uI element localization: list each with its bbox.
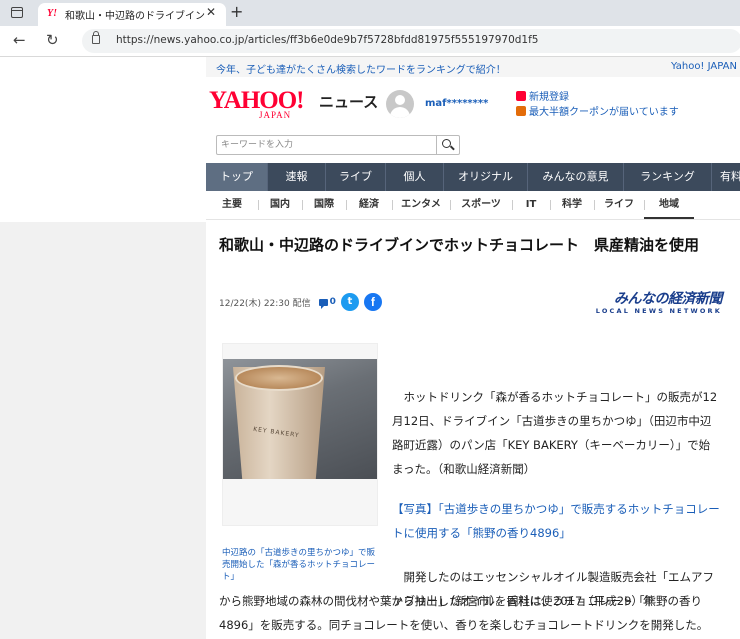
- left-margin: [0, 222, 206, 639]
- twitter-share-icon[interactable]: t: [340, 293, 359, 311]
- category-it[interactable]: IT: [512, 191, 550, 219]
- tab-close-icon[interactable]: ✕: [206, 5, 216, 19]
- source-tagline: LOCAL NEWS NETWORK: [595, 307, 722, 315]
- tab-top[interactable]: トップ: [206, 163, 268, 191]
- category-entertainment[interactable]: エンタメ: [392, 191, 450, 219]
- category-domestic[interactable]: 国内: [258, 191, 302, 219]
- register-icon: [516, 90, 526, 101]
- hot-chocolate-image[interactable]: KEY BAKERY: [223, 359, 377, 479]
- photo-caption[interactable]: 中辺路の「古道歩きの里ちかつゆ」で販売開始した「森が香るホットチョコレート」: [222, 547, 382, 583]
- register-label: 新規登録: [529, 92, 569, 103]
- header-links: 新規登録 最大半額クーポンが届いています: [516, 88, 679, 118]
- tab-live[interactable]: ライブ: [326, 163, 386, 191]
- article: 和歌山・中辺路のドライブインでホットチョコレート 県産精油を使用 12/22(木…: [206, 222, 734, 639]
- register-link[interactable]: 新規登録: [516, 88, 679, 103]
- logo-sub: JAPAN: [259, 110, 292, 120]
- yahoo-favicon-icon: Y!: [47, 8, 57, 19]
- cart-icon: [516, 105, 526, 116]
- category-local[interactable]: 地域: [644, 191, 694, 219]
- announcement-bar: 今年、子ども達がたくさん検索したワードをランキングで紹介！ Yahoo! JAP…: [206, 57, 740, 77]
- article-title: 和歌山・中辺路のドライブインでホットチョコレート 県産精油を使用: [219, 236, 700, 254]
- url-text[interactable]: https://news.yahoo.co.jp/articles/ff3b6e…: [116, 34, 538, 46]
- browser-nav-bar: ← ↻ https://news.yahoo.co.jp/articles/ff…: [0, 26, 740, 57]
- search-box: [216, 135, 460, 155]
- top-navigation: トップ 速報 ライブ 個人 オリジナル みんなの意見 ランキング 有料: [206, 163, 740, 191]
- coupon-link[interactable]: 最大半額クーポンが届いています: [516, 103, 679, 118]
- news-logo-text[interactable]: ニュース: [319, 91, 378, 112]
- avatar[interactable]: [386, 90, 414, 118]
- comment-count[interactable]: 0: [330, 297, 336, 307]
- search-icon[interactable]: [436, 136, 459, 154]
- reload-icon[interactable]: ↻: [46, 31, 59, 49]
- source-logo[interactable]: みんなの経済新聞 LOCAL NEWS NETWORK: [582, 288, 723, 315]
- facebook-share-icon[interactable]: f: [363, 293, 382, 311]
- article-paragraph-3: から熊野地域の森林の間伐材や葉から抽出したオイルを香料に使うチョコレート「熊野の…: [219, 594, 709, 632]
- tab-opinions[interactable]: みんなの意見: [528, 163, 624, 191]
- tab-breaking[interactable]: 速報: [268, 163, 326, 191]
- tab-individual[interactable]: 個人: [386, 163, 444, 191]
- source-name: みんなの経済新聞: [614, 291, 723, 307]
- article-photo[interactable]: KEY BAKERY: [222, 343, 378, 526]
- coupon-label: 最大半額クーポンが届いています: [529, 107, 679, 118]
- new-tab-icon[interactable]: +: [230, 2, 243, 21]
- page-content: 今年、子ども達がたくさん検索したワードをランキングで紹介！ Yahoo! JAP…: [0, 57, 740, 639]
- category-economy[interactable]: 経済: [346, 191, 392, 219]
- article-meta: 12/22(木) 22:30 配信 0 t f: [219, 293, 382, 311]
- category-international[interactable]: 国際: [302, 191, 346, 219]
- cup-top-shape: [235, 365, 323, 391]
- tab-paid[interactable]: 有料: [712, 163, 740, 191]
- tab-original[interactable]: オリジナル: [444, 163, 528, 191]
- yahoo-logo[interactable]: YAHOO! JAPAN: [209, 87, 319, 120]
- back-arrow-icon[interactable]: ←: [13, 31, 26, 49]
- browser-tab[interactable]: Y! 和歌山・中辺路のドライブインでホット ✕: [38, 3, 226, 26]
- lock-icon[interactable]: [92, 31, 100, 44]
- tab-title: 和歌山・中辺路のドライブインでホット: [65, 11, 205, 22]
- category-science[interactable]: 科学: [550, 191, 594, 219]
- category-navigation: 主要 国内 国際 経済 エンタメ スポーツ IT 科学 ライフ 地域: [206, 191, 740, 220]
- announcement-link[interactable]: 今年、子ども達がたくさん検索したワードをランキングで紹介！: [216, 61, 506, 76]
- category-main[interactable]: 主要: [206, 191, 258, 219]
- username[interactable]: maf********: [425, 98, 488, 109]
- category-life[interactable]: ライフ: [594, 191, 644, 219]
- photo-link[interactable]: 【写真】「古道歩きの里ちかつゆ」で販売するホットチョコレートに使用する「熊野の香…: [392, 497, 720, 545]
- article-paragraph-1: ホットドリンク「森が香るホットチョコレート」の販売が12月12日、ドライブイン「…: [392, 390, 718, 476]
- window-menu-icon[interactable]: [11, 7, 23, 18]
- yahoo-japan-link[interactable]: Yahoo! JAPAN: [671, 61, 737, 72]
- article-date: 12/22(木) 22:30 配信: [219, 298, 311, 309]
- search-input[interactable]: [217, 136, 443, 154]
- comment-icon[interactable]: [318, 298, 328, 309]
- tab-ranking[interactable]: ランキング: [624, 163, 712, 191]
- category-sports[interactable]: スポーツ: [450, 191, 512, 219]
- address-bar[interactable]: https://news.yahoo.co.jp/articles/ff3b6e…: [82, 29, 740, 53]
- browser-tab-bar: Y! 和歌山・中辺路のドライブインでホット ✕ +: [0, 0, 740, 26]
